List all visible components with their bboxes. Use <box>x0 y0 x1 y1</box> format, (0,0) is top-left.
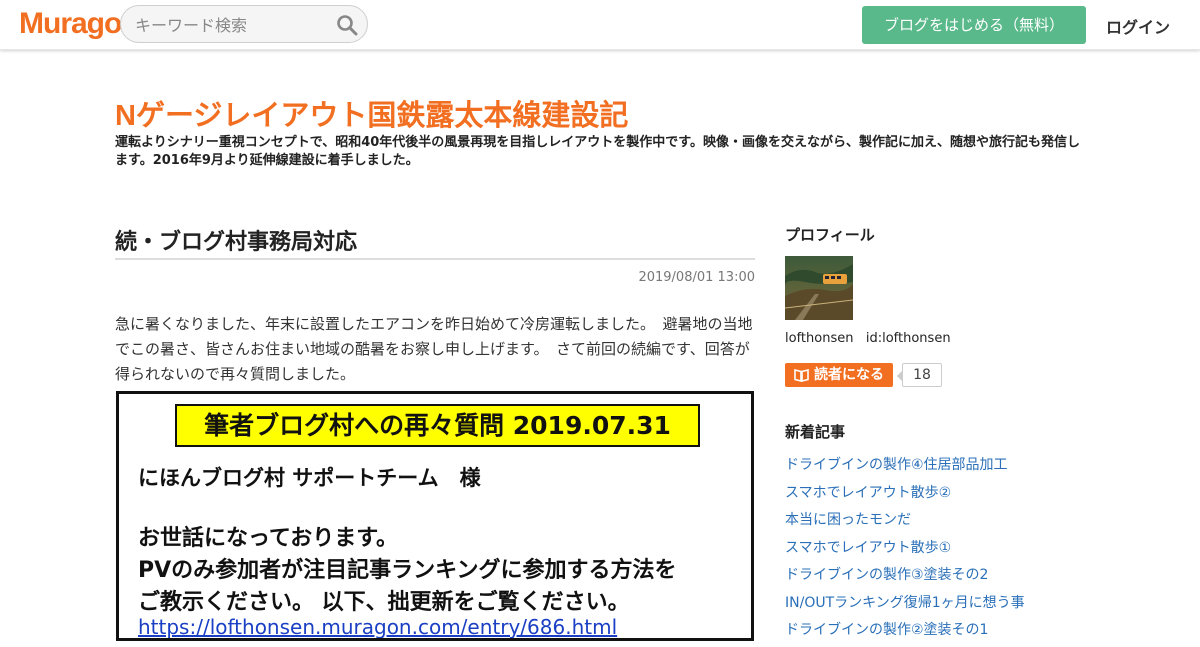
blog-description: 運転よりシナリー重視コンセプトで、昭和40年代後半の風景再現を目指しレイアウトを… <box>115 135 1081 168</box>
follower-count: 18 <box>897 363 942 387</box>
profile-names: lofthonsen id:lofthonsen <box>785 331 951 346</box>
login-link[interactable]: ログイン <box>1106 14 1170 38</box>
book-icon <box>794 368 809 382</box>
search-box[interactable] <box>120 5 368 43</box>
recent-post-link[interactable]: ドライブインの製作③塗装その2 <box>785 564 1025 592</box>
profile-username[interactable]: lofthonsen <box>785 331 853 346</box>
image-text-line: ご教示ください。 以下、拙更新をご覧ください。 <box>138 590 630 615</box>
image-text-line: お世話になっております。 <box>138 526 399 551</box>
image-link-text: https://lofthonsen.muragon.com/entry/686… <box>138 615 618 639</box>
recent-posts-list: ドライブインの製作④住居部品加工 スマホでレイアウト散歩② 本当に困ったモンだ … <box>785 454 1025 647</box>
avatar-image <box>785 256 853 320</box>
post-body-text: 急に暑くなりました、年末に設置したエアコンを昨日始めて冷房運転しました。 避暑地… <box>115 315 753 383</box>
follow-button[interactable]: 読者になる <box>785 363 893 387</box>
post-image: 筆者ブログ村への再々質問 2019.07.31 にほんブログ村 サポートチーム … <box>116 391 754 641</box>
site-header: Muragon ブログをはじめる（無料） ログイン <box>0 0 1200 50</box>
recent-post-link[interactable]: ドライブインの製作②塗装その1 <box>785 619 1025 647</box>
image-banner-text: 筆者ブログ村への再々質問 2019.07.31 <box>175 404 700 447</box>
recent-post-link[interactable]: スマホでレイアウト散歩② <box>785 482 1025 510</box>
image-text-line: PVのみ参加者が注目記事ランキングに参加する方法を <box>138 558 677 583</box>
recent-post-link[interactable]: 本当に困ったモンだ <box>785 509 1025 537</box>
recent-posts-heading: 新着記事 <box>785 423 846 441</box>
start-blog-button[interactable]: ブログをはじめる（無料） <box>862 6 1086 44</box>
post-title[interactable]: 続・ブログ村事務局対応 <box>115 224 755 260</box>
blog-title[interactable]: Nゲージレイアウト国鉄露太本線建設記 <box>115 92 628 134</box>
profile-heading: プロフィール <box>785 226 875 244</box>
recent-post-link[interactable]: スマホでレイアウト散歩① <box>785 537 1025 565</box>
follow-button-label: 読者になる <box>814 367 884 383</box>
profile-user-id: id:lofthonsen <box>865 331 951 346</box>
recent-post-link[interactable]: IN/OUTランキング復帰1ヶ月に想う事 <box>785 592 1025 620</box>
avatar[interactable] <box>785 256 853 320</box>
search-icon[interactable] <box>336 14 358 36</box>
search-input[interactable] <box>133 13 337 37</box>
recent-post-link[interactable]: ドライブインの製作④住居部品加工 <box>785 454 1025 482</box>
image-text-line: にほんブログ村 サポートチーム 様 <box>138 466 481 490</box>
post-date: 2019/08/01 13:00 <box>638 270 755 285</box>
